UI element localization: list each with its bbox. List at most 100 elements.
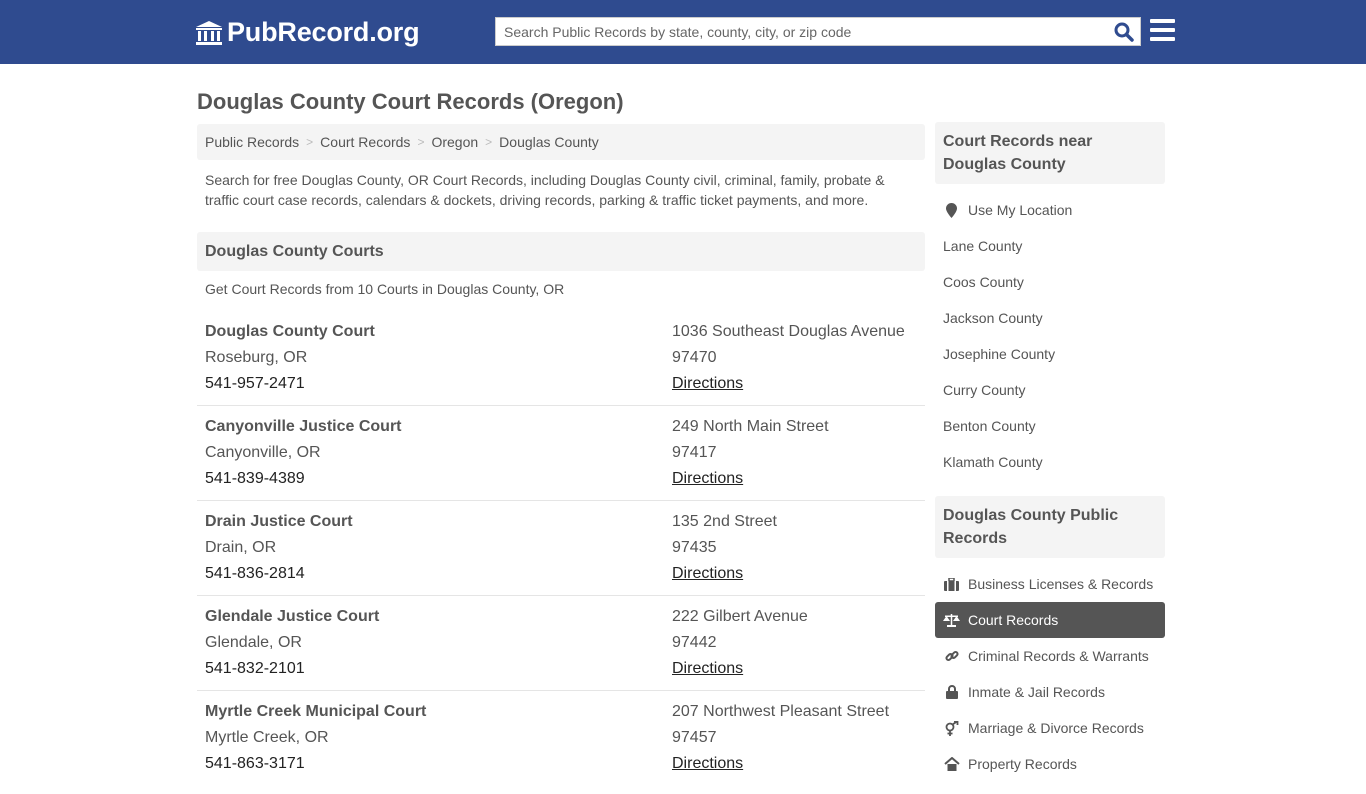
court-zip: 97417 <box>672 444 717 461</box>
site-logo[interactable]: PubRecord.org <box>195 17 420 48</box>
court-item: Glendale Justice Court Glendale, OR 541-… <box>197 596 925 691</box>
sidebar-item-label: Marriage & Divorce Records <box>968 720 1144 736</box>
nearby-county-link[interactable]: Lane County <box>935 228 1165 264</box>
breadcrumb-separator: > <box>485 135 493 149</box>
nearby-county-label: Klamath County <box>943 454 1043 470</box>
use-my-location-link[interactable]: Use My Location <box>935 192 1165 228</box>
nearby-county-label: Josephine County <box>943 346 1056 362</box>
court-address: 207 Northwest Pleasant Street <box>672 703 890 720</box>
court-name: Canyonville Justice Court <box>205 418 402 435</box>
sidebar-item-label: Property Records <box>968 756 1077 772</box>
nearby-heading: Court Records near Douglas County <box>935 122 1165 184</box>
directions-link[interactable]: Directions <box>672 660 743 677</box>
nearby-county-link[interactable]: Josephine County <box>935 336 1165 372</box>
court-city: Myrtle Creek, OR <box>205 729 329 746</box>
court-city: Roseburg, OR <box>205 349 308 366</box>
court-name: Douglas County Court <box>205 323 375 340</box>
nearby-county-link[interactable]: Benton County <box>935 408 1165 444</box>
sidebar-item-label: Court Records <box>968 612 1059 628</box>
sidebar: Court Records near Douglas County Use My… <box>935 122 1165 794</box>
courts-section-subheading: Get Court Records from 10 Courts in Doug… <box>205 281 565 297</box>
court-phone[interactable]: 541-863-3171 <box>205 751 672 777</box>
search-box <box>495 17 1141 46</box>
breadcrumb-public-records[interactable]: Public Records <box>205 134 299 150</box>
court-phone[interactable]: 541-957-2471 <box>205 371 672 397</box>
public-records-list: Business Licenses & Records Court Record… <box>935 558 1165 794</box>
court-name: Glendale Justice Court <box>205 608 380 625</box>
sidebar-item-marriage-records[interactable]: Marriage & Divorce Records <box>935 710 1165 746</box>
sidebar-item-label: Criminal Records & Warrants <box>968 648 1149 664</box>
map-marker-icon <box>943 202 960 218</box>
court-name: Drain Justice Court <box>205 513 353 530</box>
court-zip: 97442 <box>672 634 717 651</box>
court-zip: 97470 <box>672 349 717 366</box>
nearby-county-link[interactable]: Coos County <box>935 264 1165 300</box>
venus-mars-icon <box>943 720 960 736</box>
sidebar-item-business-licenses[interactable]: Business Licenses & Records <box>935 566 1165 602</box>
court-address: 222 Gilbert Avenue <box>672 608 808 625</box>
page-title: Douglas County Court Records (Oregon) <box>197 89 624 114</box>
briefcase-icon <box>943 576 960 592</box>
court-item: Douglas County Court Roseburg, OR 541-95… <box>197 311 925 406</box>
link-icon <box>943 648 960 664</box>
nearby-county-link[interactable]: Jackson County <box>935 300 1165 336</box>
breadcrumb-douglas-county[interactable]: Douglas County <box>499 134 599 150</box>
sidebar-item-inmate-records[interactable]: Inmate & Jail Records <box>935 674 1165 710</box>
breadcrumb: Public Records > Court Records > Oregon … <box>197 124 925 160</box>
nearby-county-label: Benton County <box>943 418 1036 434</box>
court-zip: 97457 <box>672 729 717 746</box>
balance-scale-icon <box>943 612 960 628</box>
court-item: Drain Justice Court Drain, OR 541-836-28… <box>197 501 925 596</box>
menu-bar <box>1150 28 1175 32</box>
public-records-heading: Douglas County Public Records <box>935 496 1165 558</box>
breadcrumb-court-records[interactable]: Court Records <box>320 134 410 150</box>
search-icon[interactable] <box>1114 22 1134 42</box>
court-list: Douglas County Court Roseburg, OR 541-95… <box>197 311 925 786</box>
court-city: Glendale, OR <box>205 634 302 651</box>
lock-icon <box>943 684 960 700</box>
use-my-location-label: Use My Location <box>968 202 1073 218</box>
sidebar-item-property-records[interactable]: Property Records <box>935 746 1165 782</box>
nearby-county-label: Lane County <box>943 238 1023 254</box>
nearby-county-link[interactable]: Klamath County <box>935 444 1165 480</box>
nearby-county-label: Coos County <box>943 274 1024 290</box>
menu-bar <box>1150 37 1175 41</box>
menu-bar <box>1150 19 1175 23</box>
court-item: Canyonville Justice Court Canyonville, O… <box>197 406 925 501</box>
directions-link[interactable]: Directions <box>672 375 743 392</box>
court-item: Myrtle Creek Municipal Court Myrtle Cree… <box>197 691 925 786</box>
breadcrumb-oregon[interactable]: Oregon <box>431 134 478 150</box>
court-zip: 97435 <box>672 539 717 556</box>
home-icon <box>943 756 960 772</box>
nearby-county-label: Jackson County <box>943 310 1043 326</box>
breadcrumb-separator: > <box>417 135 425 149</box>
court-city: Drain, OR <box>205 539 277 556</box>
court-city: Canyonville, OR <box>205 444 321 461</box>
logo-text: PubRecord.org <box>227 17 420 47</box>
intro-text: Search for free Douglas County, OR Court… <box>205 172 885 208</box>
hamburger-menu-icon[interactable] <box>1150 19 1175 41</box>
directions-link[interactable]: Directions <box>672 470 743 487</box>
top-navbar: PubRecord.org <box>0 0 1366 64</box>
nearby-list: Use My Location Lane County Coos County … <box>935 184 1165 492</box>
sidebar-item-criminal-records[interactable]: Criminal Records & Warrants <box>935 638 1165 674</box>
court-name: Myrtle Creek Municipal Court <box>205 703 427 720</box>
court-phone[interactable]: 541-839-4389 <box>205 466 672 492</box>
main-content: Douglas County Court Records (Oregon) Pu… <box>197 64 925 786</box>
courts-section-heading: Douglas County Courts <box>197 232 925 271</box>
court-address: 249 North Main Street <box>672 418 829 435</box>
courthouse-icon <box>196 20 222 45</box>
court-phone[interactable]: 541-836-2814 <box>205 561 672 587</box>
directions-link[interactable]: Directions <box>672 755 743 772</box>
directions-link[interactable]: Directions <box>672 565 743 582</box>
nearby-county-link[interactable]: Curry County <box>935 372 1165 408</box>
court-phone[interactable]: 541-832-2101 <box>205 656 672 682</box>
court-address: 135 2nd Street <box>672 513 777 530</box>
sidebar-item-label: Business Licenses & Records <box>968 576 1154 592</box>
sidebar-item-label: Inmate & Jail Records <box>968 684 1105 700</box>
nearby-county-label: Curry County <box>943 382 1026 398</box>
court-address: 1036 Southeast Douglas Avenue <box>672 323 905 340</box>
search-input[interactable] <box>496 18 1096 45</box>
sidebar-item-court-records[interactable]: Court Records <box>935 602 1165 638</box>
breadcrumb-separator: > <box>306 135 314 149</box>
